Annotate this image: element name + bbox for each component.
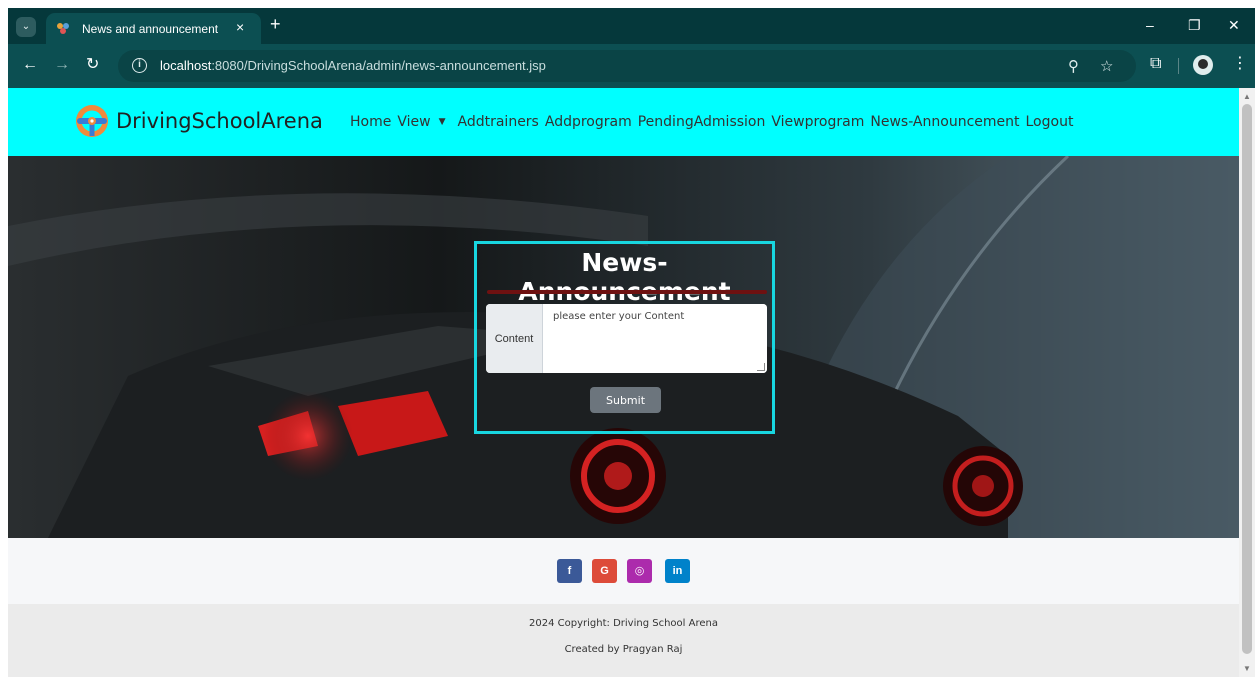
site-navbar: DrivingSchoolArena Home View ▼ Addtrainer… <box>8 88 1239 156</box>
new-tab-button[interactable]: + <box>270 14 281 34</box>
social-links-bar: f G ◎ in <box>8 538 1239 604</box>
caret-down-icon: ▼ <box>438 117 446 127</box>
nav-view-label: View <box>397 114 431 130</box>
brand-name: DrivingSchoolArena <box>116 109 323 133</box>
content-label: Content <box>486 304 543 373</box>
steering-wheel-logo-icon <box>76 105 108 137</box>
main-menu: Home View ▼ Addtrainers Addprogram Pendin… <box>350 114 1079 130</box>
brand-link[interactable]: DrivingSchoolArena <box>74 103 323 139</box>
bookmark-star-icon[interactable]: ☆ <box>1100 57 1113 75</box>
form-title: News-Announcement <box>518 248 731 306</box>
page-scrollbar[interactable]: ▲ ▼ <box>1239 88 1255 677</box>
nav-logout[interactable]: Logout <box>1026 114 1074 130</box>
minimize-button[interactable]: – <box>1146 17 1154 33</box>
tab-title: News and announcement <box>82 22 219 36</box>
address-bar[interactable]: i localhost:8080/DrivingSchoolArena/admi… <box>118 50 1136 82</box>
url-text[interactable]: localhost:8080/DrivingSchoolArena/admin/… <box>160 58 546 73</box>
textarea-resize-handle[interactable] <box>757 363 765 371</box>
google-icon[interactable]: G <box>592 559 617 583</box>
nav-addprogram[interactable]: Addprogram <box>545 114 632 130</box>
browser-tab-bar: ⌄ News and announcement × + – ❐ ✕ <box>8 8 1255 44</box>
toolbar-separator <box>1178 58 1179 74</box>
credit-text: Created by Pragyan Raj <box>564 644 683 655</box>
tab-search-button[interactable]: ⌄ <box>16 17 36 37</box>
scroll-down-arrow-icon[interactable]: ▼ <box>1243 664 1251 673</box>
window-close-button[interactable]: ✕ <box>1228 17 1240 33</box>
profile-avatar[interactable] <box>1193 55 1213 75</box>
nav-home[interactable]: Home <box>350 114 391 130</box>
nav-pendingadmission[interactable]: PendingAdmission <box>638 114 766 130</box>
browser-toolbar: ← → ↻ i localhost:8080/DrivingSchoolAren… <box>8 44 1255 88</box>
scroll-up-arrow-icon[interactable]: ▲ <box>1243 92 1251 101</box>
nav-viewprogram[interactable]: Viewprogram <box>771 114 864 130</box>
nav-addtrainers[interactable]: Addtrainers <box>458 114 539 130</box>
restore-button[interactable]: ❐ <box>1188 17 1201 33</box>
scroll-thumb[interactable] <box>1242 104 1252 654</box>
nav-news-announcement[interactable]: News-Announcement <box>870 114 1019 130</box>
news-announcement-form: News-Announcement Content Submit <box>474 241 775 434</box>
linkedin-icon[interactable]: in <box>665 559 690 583</box>
content-input-group: Content <box>486 304 767 373</box>
footer-copyright: 2024 Copyright: Driving School Arena Cre… <box>8 604 1239 677</box>
content-textarea[interactable] <box>543 304 767 373</box>
browser-menu-icon[interactable]: ⋮ <box>1232 55 1248 73</box>
url-host: localhost <box>160 58 212 73</box>
reload-icon[interactable]: ↻ <box>86 56 99 74</box>
extensions-icon[interactable]: ⧉ <box>1150 55 1161 73</box>
forward-icon[interactable]: → <box>54 56 70 74</box>
back-icon[interactable]: ← <box>22 56 38 74</box>
copyright-text: 2024 Copyright: Driving School Arena <box>529 618 718 629</box>
site-info-icon[interactable]: i <box>132 58 147 73</box>
nav-view-dropdown[interactable]: View ▼ <box>397 114 451 130</box>
browser-tab-active[interactable]: News and announcement × <box>46 13 261 44</box>
zoom-icon[interactable]: ⚲ <box>1068 57 1079 75</box>
submit-button[interactable]: Submit <box>590 387 661 413</box>
hero-section: News-Announcement Content Submit <box>8 156 1239 538</box>
instagram-icon[interactable]: ◎ <box>627 559 652 583</box>
site-favicon-icon <box>57 23 69 34</box>
tab-close-icon[interactable]: × <box>236 19 244 35</box>
page-viewport: DrivingSchoolArena Home View ▼ Addtrainer… <box>8 88 1239 677</box>
facebook-icon[interactable]: f <box>557 559 582 583</box>
url-path: :8080/DrivingSchoolArena/admin/news-anno… <box>211 58 546 73</box>
title-divider <box>487 290 767 294</box>
